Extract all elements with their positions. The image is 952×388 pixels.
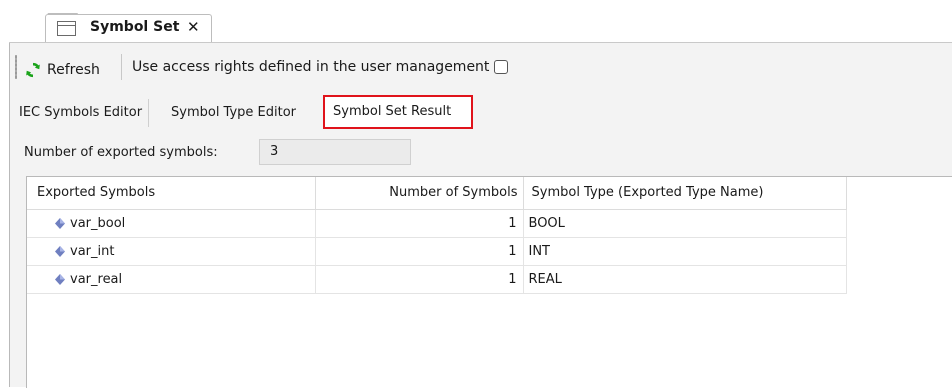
tab-symbol-set[interactable]: Symbol Set ✕ — [45, 14, 212, 42]
table-header-row: Exported Symbols Number of Symbols Symbo… — [27, 177, 847, 210]
tab-symbol-type-editor[interactable]: Symbol Type Editor — [165, 99, 302, 127]
column-header-exported-symbols[interactable]: Exported Symbols — [27, 177, 316, 210]
symbol-type: INT — [523, 237, 847, 266]
refresh-label: Refresh — [47, 62, 100, 78]
exported-symbols-table: Exported Symbols Number of Symbols Symbo… — [26, 176, 952, 388]
variable-icon — [55, 273, 65, 285]
result-panel: Number of exported symbols: 3 Exported S… — [10, 131, 952, 388]
tab-symbol-set-result[interactable]: Symbol Set Result — [323, 95, 473, 129]
exported-count-field: 3 — [259, 139, 411, 165]
symbol-count: 1 — [315, 237, 524, 266]
window-icon — [57, 21, 76, 36]
access-rights-option[interactable]: Use access rights defined in the user ma… — [132, 59, 509, 75]
tab-iec-symbols-editor[interactable]: IEC Symbols Editor — [13, 99, 150, 127]
toolbar: Refresh Use access rights defined in the… — [10, 43, 952, 93]
symbol-name: var_int — [70, 243, 115, 259]
subtab-bar: IEC Symbols Editor Symbol Type Editor Sy… — [10, 93, 952, 132]
variable-icon — [55, 245, 65, 257]
symbol-name: var_real — [70, 271, 123, 287]
symbol-count: 1 — [315, 209, 524, 238]
access-rights-label: Use access rights defined in the user ma… — [132, 59, 490, 75]
exported-count-label: Number of exported symbols: — [24, 145, 218, 160]
symbol-count: 1 — [315, 265, 524, 294]
column-header-number-of-symbols[interactable]: Number of Symbols — [315, 177, 524, 210]
variable-icon — [55, 217, 65, 229]
table-row[interactable]: var_real 1 REAL — [27, 265, 847, 294]
column-header-symbol-type[interactable]: Symbol Type (Exported Type Name) — [523, 177, 847, 210]
access-rights-checkbox[interactable] — [494, 60, 509, 74]
close-icon[interactable]: ✕ — [187, 18, 200, 36]
symbol-type: REAL — [523, 265, 847, 294]
table-row[interactable]: var_bool 1 BOOL — [27, 209, 847, 238]
toolbar-grip[interactable] — [15, 55, 17, 79]
document-tabstrip: Symbol Set ✕ — [9, 0, 952, 43]
refresh-button[interactable]: Refresh — [25, 59, 100, 81]
symbol-name-cell: var_real — [27, 265, 316, 294]
symbol-name: var_bool — [70, 215, 126, 231]
tab-title: Symbol Set — [90, 19, 180, 35]
symbol-name-cell: var_int — [27, 237, 316, 266]
toolbar-separator — [121, 54, 122, 80]
table-row[interactable]: var_int 1 INT — [27, 237, 847, 266]
symbol-type: BOOL — [523, 209, 847, 238]
refresh-icon — [26, 62, 40, 78]
symbol-name-cell: var_bool — [27, 209, 316, 238]
